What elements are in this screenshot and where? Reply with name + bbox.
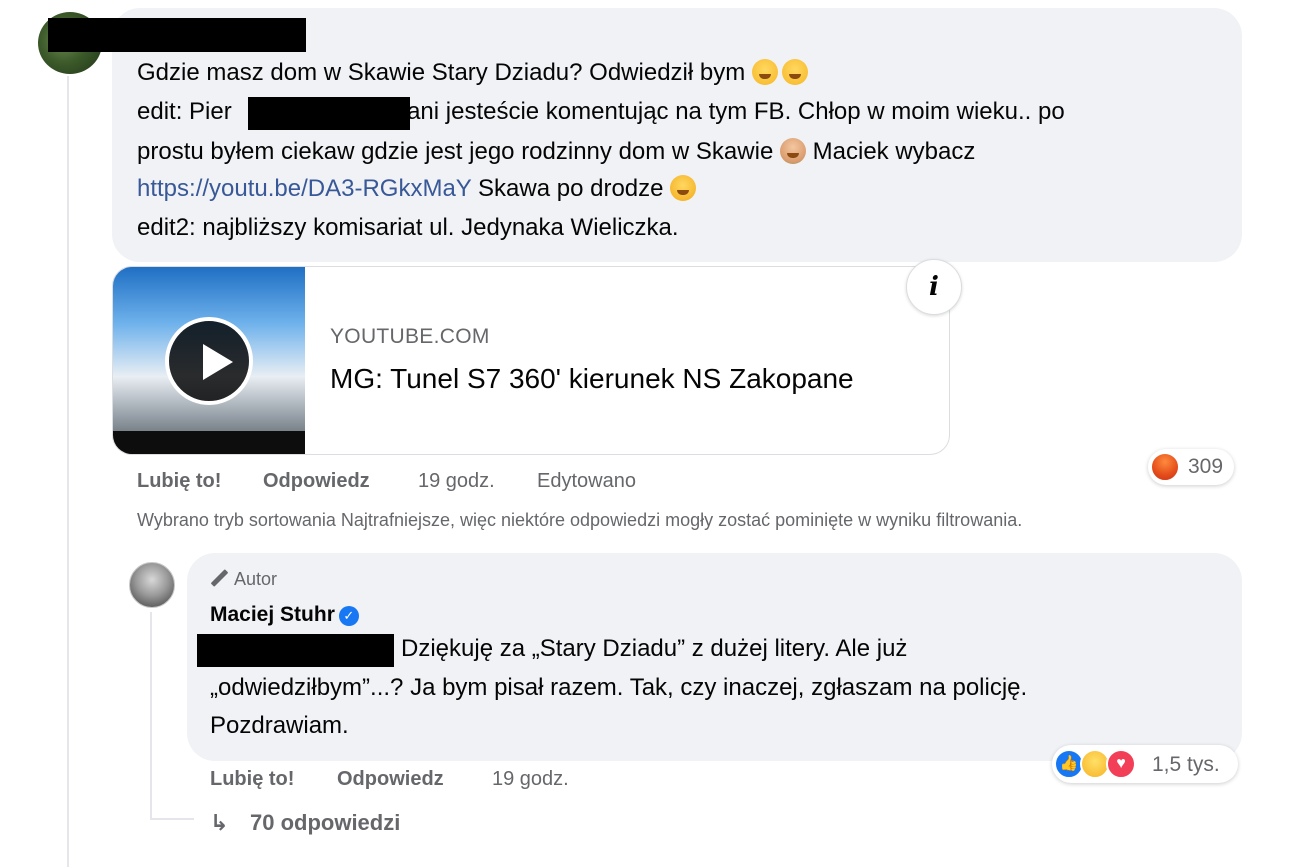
comment-line-5: edit2: najbliższy komisariat ul. Jedynak… <box>137 213 679 243</box>
youtube-link[interactable]: https://youtu.be/DA3-RGkxMaY <box>137 175 471 202</box>
reply-author-avatar[interactable] <box>129 562 175 608</box>
video-thumbnail[interactable] <box>113 267 305 454</box>
reaction-count: 309 <box>1188 455 1224 478</box>
comment-timestamp[interactable]: 19 godz. <box>418 470 495 493</box>
thumbnail-bar <box>113 431 305 454</box>
comment-text: edit2: najbliższy komisariat ul. Jedynak… <box>137 214 679 241</box>
edited-label[interactable]: Edytowano <box>537 470 636 493</box>
reply-text: Pozdrawiam. <box>210 712 349 739</box>
facepalm-emoji-icon <box>779 138 806 164</box>
comment-text: prostu byłem ciekaw gdzie jest jego rodz… <box>137 138 774 165</box>
link-title[interactable]: MG: Tunel S7 360' kierunek NS Zakopane <box>330 363 854 395</box>
verified-badge-icon: ✓ <box>338 606 359 626</box>
comment-text: bani jesteście komentując na tym FB. Chł… <box>393 98 1065 125</box>
author-badge-label: Autor <box>234 569 278 589</box>
reply-line-2: „odwiedziłbym”...? Ja bym pisał razem. T… <box>210 673 1027 703</box>
info-icon[interactable]: i <box>906 259 962 315</box>
squinting-tongue-emoji-icon <box>751 59 778 85</box>
winking-face-emoji-icon <box>781 59 808 85</box>
reply-reply-button[interactable]: Odpowiedz <box>337 768 444 791</box>
reply-timestamp[interactable]: 19 godz. <box>492 768 569 791</box>
thread-line <box>67 76 69 867</box>
reply-author-name[interactable]: Maciej Stuhr ✓ <box>210 603 359 627</box>
comment-line-4: https://youtu.be/DA3-RGkxMaY Skawa po dr… <box>137 174 697 204</box>
redacted-mention <box>197 634 394 667</box>
comment-text: edit: Pier <box>137 98 232 125</box>
angry-reaction-icon <box>1150 452 1180 482</box>
reply-like-button[interactable]: Lubię to! <box>210 768 294 791</box>
reply-thread-line <box>150 612 152 820</box>
replies-count-label[interactable]: 70 odpowiedzi <box>250 810 400 835</box>
reply-text: Dziękuję za „Stary Dziadu” z dużej liter… <box>401 635 908 662</box>
love-reaction-icon: ♥ <box>1106 749 1136 779</box>
reply-line-3: Pozdrawiam. <box>210 711 349 741</box>
like-button[interactable]: Lubię to! <box>137 470 221 493</box>
reply-arrow-icon: ↳ <box>210 810 229 835</box>
reaction-summary[interactable]: 309 <box>1148 449 1234 485</box>
author-badge: Autor <box>210 569 277 590</box>
reply-thread-connector <box>150 818 194 820</box>
reply-reaction-summary[interactable]: 👍 ♥ 1,5 tys. <box>1052 745 1238 783</box>
author-name-text[interactable]: Maciej Stuhr <box>210 603 335 626</box>
reaction-count: 1,5 tys. <box>1152 753 1220 776</box>
pencil-icon <box>210 569 228 587</box>
view-replies-link[interactable]: ↳ 70 odpowiedzi <box>210 810 400 836</box>
comment-line-1: Gdzie masz dom w Skawie Stary Dziadu? Od… <box>137 58 808 88</box>
reply-button[interactable]: Odpowiedz <box>263 470 370 493</box>
redacted-commenter-name <box>48 18 306 52</box>
comment-line-3: prostu byłem ciekaw gdzie jest jego rodz… <box>137 137 975 167</box>
redacted-text <box>248 97 410 130</box>
comment-text: Skawa po drodze <box>478 175 664 202</box>
link-preview-card[interactable]: YOUTUBE.COM MG: Tunel S7 360' kierunek N… <box>112 266 950 455</box>
play-icon[interactable] <box>165 317 253 405</box>
link-domain: YOUTUBE.COM <box>330 325 490 348</box>
reply-line-1: Dziękuję za „Stary Dziadu” z dużej liter… <box>401 634 907 664</box>
fearful-face-emoji-icon <box>670 175 697 201</box>
comment-text: Gdzie masz dom w Skawie Stary Dziadu? Od… <box>137 59 746 86</box>
reply-text: „odwiedziłbym”...? Ja bym pisał razem. T… <box>210 674 1028 701</box>
filter-notice: Wybrano tryb sortowania Najtrafniejsze, … <box>137 510 1023 530</box>
comment-text: Maciek wybacz <box>812 138 976 165</box>
